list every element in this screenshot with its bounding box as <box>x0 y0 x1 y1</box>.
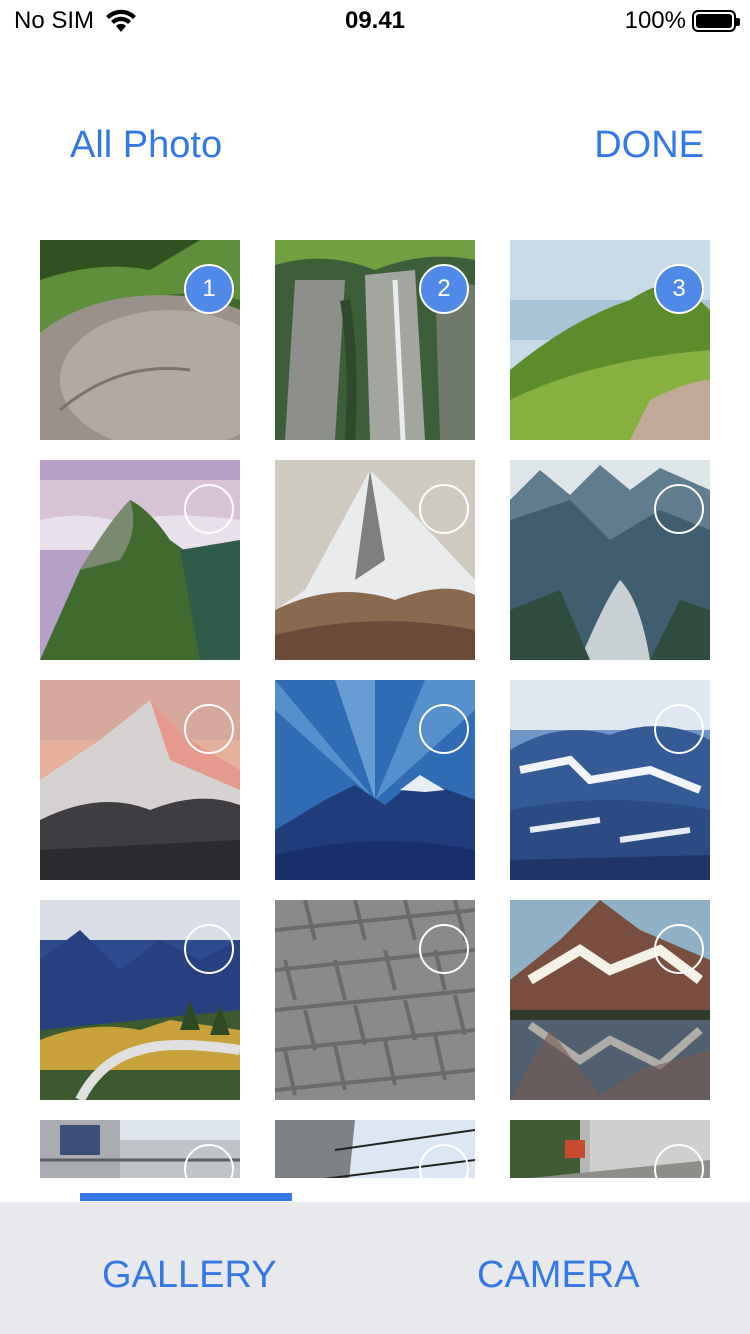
selection-circle[interactable] <box>654 924 704 974</box>
tab-camera[interactable]: CAMERA <box>477 1254 640 1297</box>
selection-badge[interactable]: 1 <box>184 264 234 314</box>
header: All Photo DONE <box>0 40 750 220</box>
selection-badge[interactable]: 2 <box>419 264 469 314</box>
selection-circle[interactable] <box>419 924 469 974</box>
photo-thumbnail[interactable] <box>510 900 710 1100</box>
selection-badge[interactable]: 3 <box>654 264 704 314</box>
photo-thumbnail[interactable]: 1 <box>40 240 240 440</box>
selection-circle[interactable] <box>419 484 469 534</box>
photo-thumbnail[interactable] <box>510 680 710 880</box>
status-bar: No SIM 09.41 100% <box>0 0 750 40</box>
photo-thumbnail[interactable] <box>510 460 710 660</box>
photo-thumbnail[interactable] <box>40 1120 240 1178</box>
selection-circle[interactable] <box>654 484 704 534</box>
active-tab-indicator <box>80 1193 292 1201</box>
photo-thumbnail[interactable] <box>275 900 475 1100</box>
photo-thumbnail[interactable] <box>40 680 240 880</box>
done-button[interactable]: DONE <box>594 124 704 167</box>
photo-thumbnail[interactable] <box>40 900 240 1100</box>
photo-thumbnail[interactable] <box>40 460 240 660</box>
photo-thumbnail[interactable] <box>275 1120 475 1178</box>
photo-thumbnail[interactable] <box>275 680 475 880</box>
tab-gallery[interactable]: GALLERY <box>102 1254 277 1297</box>
selection-circle[interactable] <box>184 704 234 754</box>
photo-grid: 1 2 3 <box>0 240 750 1178</box>
selection-circle[interactable] <box>184 924 234 974</box>
photo-thumbnail[interactable]: 2 <box>275 240 475 440</box>
selection-circle[interactable] <box>419 704 469 754</box>
battery-percent: 100% <box>624 7 686 34</box>
status-right: 100% <box>624 7 740 35</box>
battery-icon <box>692 10 740 32</box>
photo-thumbnail[interactable] <box>275 460 475 660</box>
selection-circle[interactable] <box>654 704 704 754</box>
album-title[interactable]: All Photo <box>70 124 222 167</box>
photo-thumbnail[interactable]: 3 <box>510 240 710 440</box>
selection-circle[interactable] <box>184 484 234 534</box>
photo-thumbnail[interactable] <box>510 1120 710 1178</box>
